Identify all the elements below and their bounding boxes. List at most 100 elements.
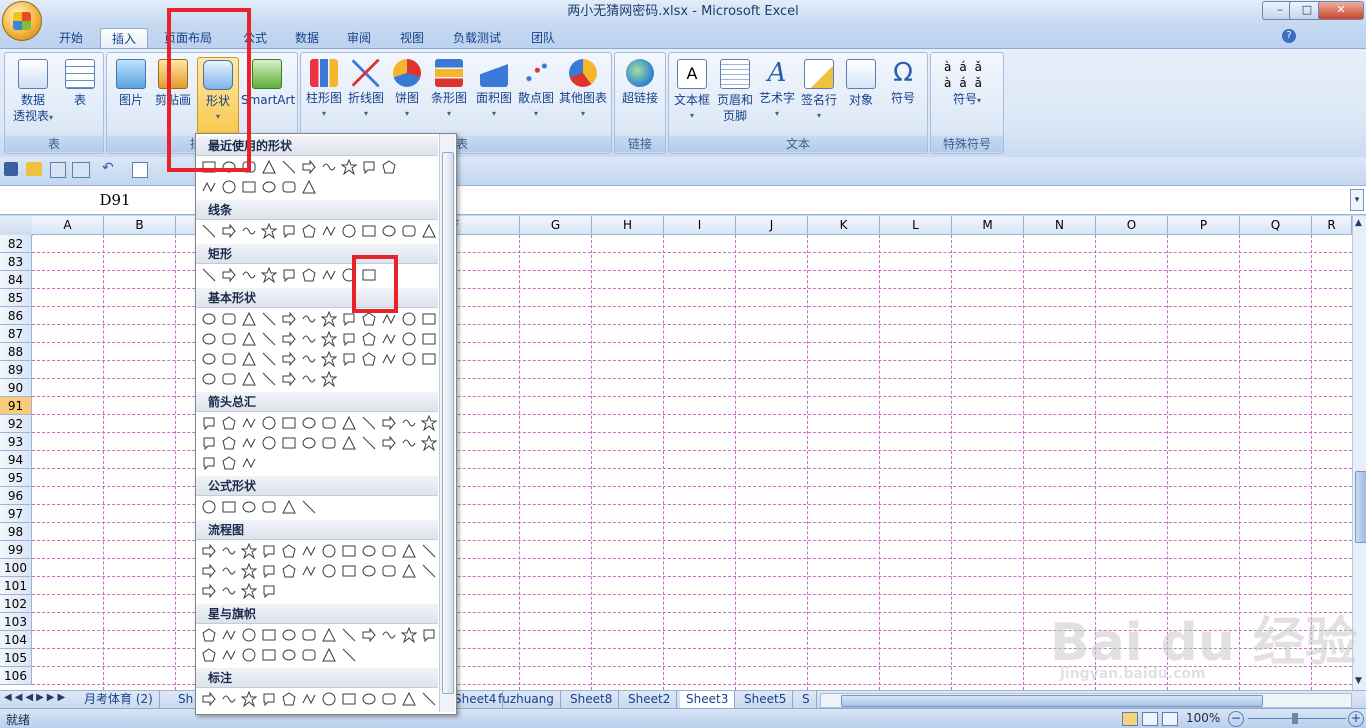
shape-option-icon[interactable] [320,370,338,388]
shape-option-icon[interactable] [420,542,438,560]
shape-option-icon[interactable] [220,266,238,284]
shape-option-icon[interactable] [260,646,278,664]
textbox-button[interactable]: A 文本框 ▾ [671,57,713,124]
shape-option-icon[interactable] [360,158,378,176]
shape-option-icon[interactable] [420,222,438,240]
row-header[interactable]: 86 [0,307,32,325]
shape-option-icon[interactable] [300,434,318,452]
shape-option-icon[interactable] [420,330,438,348]
row-header[interactable]: 100 [0,559,32,577]
horizontal-scroll-thumb[interactable] [841,695,1263,707]
shape-option-icon[interactable] [220,370,238,388]
tab-home[interactable]: 开始 [48,28,94,48]
shape-option-icon[interactable] [200,582,218,600]
row-header[interactable]: 89 [0,361,32,379]
shape-option-icon[interactable] [340,414,358,432]
shape-option-icon[interactable] [240,498,258,516]
shape-option-icon[interactable] [280,646,298,664]
shape-option-icon[interactable] [220,454,238,472]
shape-option-icon[interactable] [240,434,258,452]
zoom-out-icon[interactable]: − [1228,711,1244,727]
shape-option-icon[interactable] [200,370,218,388]
shape-option-icon[interactable] [400,434,418,452]
shape-option-icon[interactable] [340,158,358,176]
zoom-slider-thumb[interactable] [1292,713,1298,724]
shape-option-icon[interactable] [300,646,318,664]
shape-option-icon[interactable] [240,690,258,708]
shape-option-icon[interactable] [280,370,298,388]
gallery-scrollbar[interactable] [439,134,455,712]
shape-option-icon[interactable] [400,222,418,240]
row-header[interactable]: 95 [0,469,32,487]
column-header[interactable]: R [1312,216,1352,235]
shape-option-icon[interactable] [320,434,338,452]
sheet-tab[interactable]: fuzhuang [492,691,561,708]
zoom-in-icon[interactable]: + [1348,711,1364,727]
shape-option-icon[interactable] [380,222,398,240]
shape-option-icon[interactable] [220,414,238,432]
row-header[interactable]: 101 [0,577,32,595]
shape-option-icon[interactable] [220,498,238,516]
shape-option-icon[interactable] [320,646,338,664]
shape-option-icon[interactable] [240,178,258,196]
column-header[interactable]: M [952,216,1024,235]
shape-option-icon[interactable] [200,310,218,328]
sheet-tab[interactable]: Sheet2 [622,691,678,708]
shape-option-icon[interactable] [260,178,278,196]
shape-option-icon[interactable] [280,310,298,328]
shape-option-icon[interactable] [200,414,218,432]
gallery-scroll-thumb[interactable] [442,152,454,694]
signature-line-button[interactable]: 签名行 ▾ [799,57,839,124]
shape-option-icon[interactable] [380,690,398,708]
shape-option-icon[interactable] [260,542,278,560]
column-header[interactable]: H [592,216,664,235]
shape-option-icon[interactable] [340,626,358,644]
column-header[interactable]: J [736,216,808,235]
shape-option-icon[interactable] [220,330,238,348]
shape-option-icon[interactable] [280,330,298,348]
row-header[interactable]: 88 [0,343,32,361]
shape-option-icon[interactable] [240,330,258,348]
shape-option-icon[interactable] [260,310,278,328]
open-icon[interactable] [26,162,42,176]
shape-option-icon[interactable] [360,350,378,368]
shape-option-icon[interactable] [300,222,318,240]
shape-option-icon[interactable] [340,330,358,348]
page-layout-view-icon[interactable] [1142,712,1158,726]
row-header[interactable]: 91 [0,397,32,415]
shape-option-icon[interactable] [240,266,258,284]
shape-option-icon[interactable] [320,266,338,284]
shape-option-icon[interactable] [260,690,278,708]
shape-option-icon[interactable] [400,542,418,560]
row-header[interactable]: 94 [0,451,32,469]
shape-option-icon[interactable] [260,414,278,432]
shape-option-icon[interactable] [220,350,238,368]
column-header[interactable]: P [1168,216,1240,235]
pie-chart-button[interactable]: 饼图 ▾ [389,57,425,122]
shape-option-icon[interactable] [200,454,218,472]
office-button[interactable] [2,1,42,41]
row-header[interactable]: 102 [0,595,32,613]
shape-option-icon[interactable] [320,414,338,432]
shape-option-icon[interactable] [280,414,298,432]
shape-option-icon[interactable] [280,498,298,516]
shape-option-icon[interactable] [360,414,378,432]
shape-option-icon[interactable] [200,350,218,368]
vertical-scroll-thumb[interactable] [1355,471,1366,543]
tab-team[interactable]: 团队 [520,28,566,48]
shape-option-icon[interactable] [300,626,318,644]
shape-option-icon[interactable] [420,350,438,368]
normal-view-icon[interactable] [1122,712,1138,726]
shape-option-icon[interactable] [260,266,278,284]
row-header[interactable]: 98 [0,523,32,541]
object-button[interactable]: 对象 [841,57,881,108]
shape-option-icon[interactable] [380,626,398,644]
shape-option-icon[interactable] [360,222,378,240]
shape-option-icon[interactable] [400,690,418,708]
shape-option-icon[interactable] [340,646,358,664]
shape-option-icon[interactable] [380,542,398,560]
shape-option-icon[interactable] [200,222,218,240]
shape-option-icon[interactable] [300,178,318,196]
sheet-nav-icons[interactable]: ◀◀◀▶▶▶ [4,692,68,703]
sheet-tab[interactable]: Sheet5 [738,691,794,708]
